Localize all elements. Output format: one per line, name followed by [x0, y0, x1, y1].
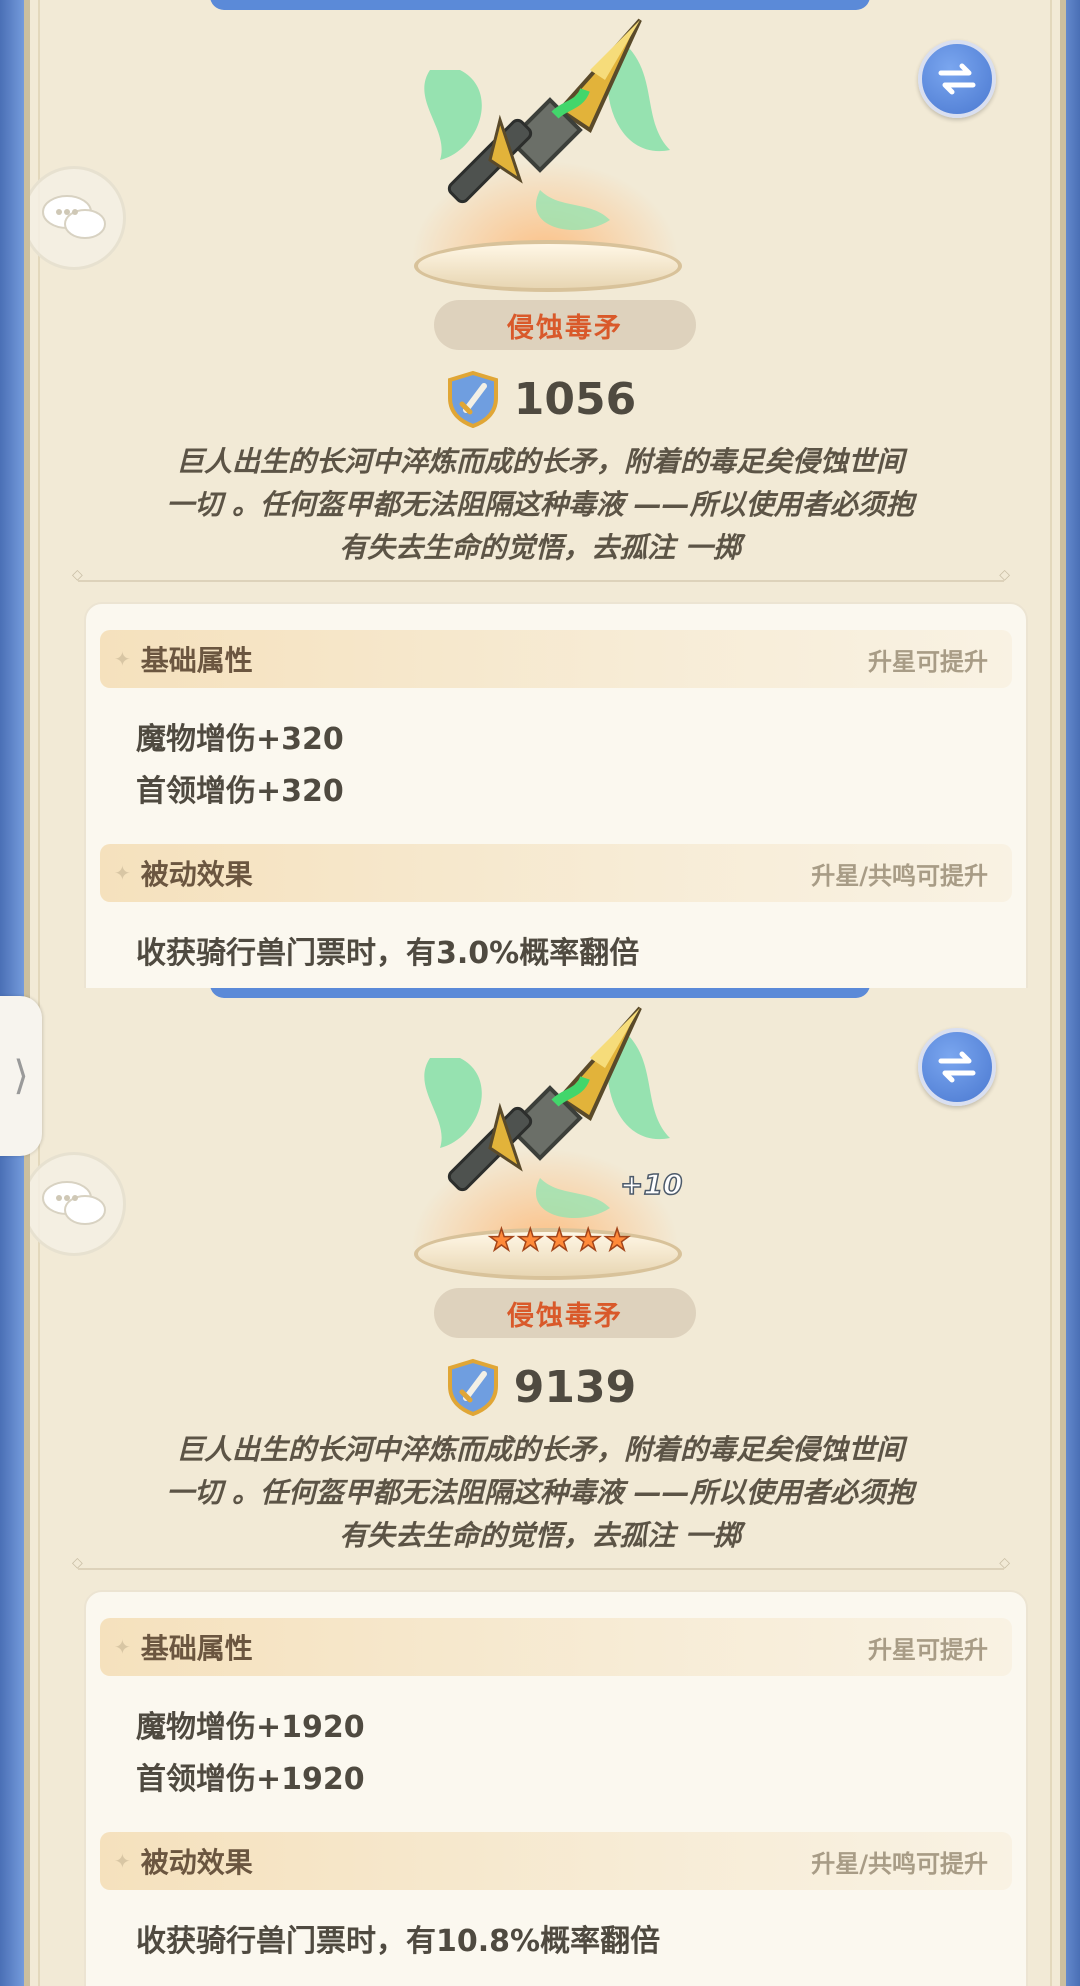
attributes-card: ✦ 基础属性 升星可提升 魔物增伤+320 首领增伤+320 ✦ 被动效果 升星/共… [84, 602, 1028, 988]
panel-top-tab [210, 988, 870, 998]
passive-effect-header: ✦ 被动效果 升星/共鸣可提升 [100, 844, 1012, 902]
power-value: 1056 [513, 373, 637, 425]
section-divider [72, 1555, 1010, 1571]
power-row: 1056 [30, 370, 1052, 428]
weapon-name: 侵蚀毒矛 [434, 1288, 696, 1338]
stat-line: 首领增伤+1920 [136, 1762, 365, 1797]
passive-text: 收获骑行兽门票时，有10.8%概率翻倍 [136, 1924, 661, 1959]
weapon-pedestal [414, 240, 682, 292]
star-icon: ★ [545, 1223, 573, 1258]
section-hint: 升星/共鸣可提升 [811, 861, 988, 890]
description-line: 一切 。任何盔甲都无法阻隔这种毒液 ——所以使用者必须抱 [166, 488, 914, 521]
weapon-panel-upgraded: +10 ★ ★ ★ ★ ★ 侵蚀毒矛 9139 巨人出生的长河中淬炼而成的长矛，… [24, 988, 1066, 1986]
chat-bubbles-icon [42, 195, 106, 239]
section-title: 基础属性 [140, 644, 253, 677]
sparkle-icon: ✦ [114, 1849, 131, 1873]
swap-button[interactable] [918, 40, 996, 118]
star-rating: ★ ★ ★ ★ ★ [487, 1223, 631, 1258]
weapon-panel-base: 侵蚀毒矛 1056 巨人出生的长河中淬炼而成的长矛，附着的毒足矣侵蚀世间 一切 … [24, 0, 1066, 988]
power-row: 9139 [30, 1358, 1052, 1416]
chat-button[interactable] [30, 166, 126, 270]
star-icon: ★ [516, 1223, 544, 1258]
basic-attributes-header: ✦ 基础属性 升星可提升 [100, 1618, 1012, 1676]
section-hint: 升星/共鸣可提升 [811, 1849, 988, 1878]
panel-top-tab [210, 0, 870, 10]
stat-line: 魔物增伤+320 [136, 722, 344, 757]
section-hint: 升星可提升 [868, 647, 988, 676]
star-icon: ★ [603, 1223, 631, 1258]
passive-effect-header: ✦ 被动效果 升星/共鸣可提升 [100, 1832, 1012, 1890]
side-expand-tab[interactable]: ⟩ [0, 996, 42, 1156]
stat-line: 魔物增伤+1920 [136, 1710, 365, 1745]
power-value: 9139 [513, 1361, 637, 1413]
chat-button[interactable] [30, 1152, 126, 1256]
section-title: 基础属性 [140, 1632, 253, 1665]
basic-attributes-header: ✦ 基础属性 升星可提升 [100, 630, 1012, 688]
attributes-card: ✦ 基础属性 升星可提升 魔物增伤+1920 首领增伤+1920 ✦ 被动效果 升星… [84, 1590, 1028, 1986]
stat-line: 首领增伤+320 [136, 774, 344, 809]
swap-button[interactable] [918, 1028, 996, 1106]
description-line: 有失去生命的觉悟，去孤注 一掷 [339, 1519, 741, 1552]
sparkle-icon: ✦ [114, 647, 131, 671]
sword-shield-icon [447, 1358, 498, 1416]
weapon-description: 巨人出生的长河中淬炼而成的长矛，附着的毒足矣侵蚀世间 一切 。任何盔甲都无法阻隔… [110, 1428, 970, 1557]
section-title: 被动效果 [140, 858, 253, 891]
section-title: 被动效果 [140, 1846, 253, 1879]
sparkle-icon: ✦ [114, 1635, 131, 1659]
star-icon: ★ [487, 1223, 515, 1258]
sparkle-icon: ✦ [114, 861, 131, 885]
description-line: 有失去生命的觉悟，去孤注 一掷 [339, 531, 741, 564]
swap-arrows-icon [938, 1051, 976, 1083]
description-line: 巨人出生的长河中淬炼而成的长矛，附着的毒足矣侵蚀世间 [175, 1433, 904, 1466]
weapon-name: 侵蚀毒矛 [434, 300, 696, 350]
enhance-level: +10 [619, 1167, 683, 1202]
sword-shield-icon [447, 370, 498, 428]
section-divider [72, 567, 1010, 583]
star-icon: ★ [574, 1223, 602, 1258]
swap-arrows-icon [938, 63, 976, 95]
weapon-description: 巨人出生的长河中淬炼而成的长矛，附着的毒足矣侵蚀世间 一切 。任何盔甲都无法阻隔… [110, 440, 970, 569]
passive-text: 收获骑行兽门票时，有3.0%概率翻倍 [136, 936, 640, 971]
section-hint: 升星可提升 [868, 1635, 988, 1664]
description-line: 一切 。任何盔甲都无法阻隔这种毒液 ——所以使用者必须抱 [166, 1476, 914, 1509]
description-line: 巨人出生的长河中淬炼而成的长矛，附着的毒足矣侵蚀世间 [175, 445, 904, 478]
chat-bubbles-icon [42, 1181, 106, 1225]
